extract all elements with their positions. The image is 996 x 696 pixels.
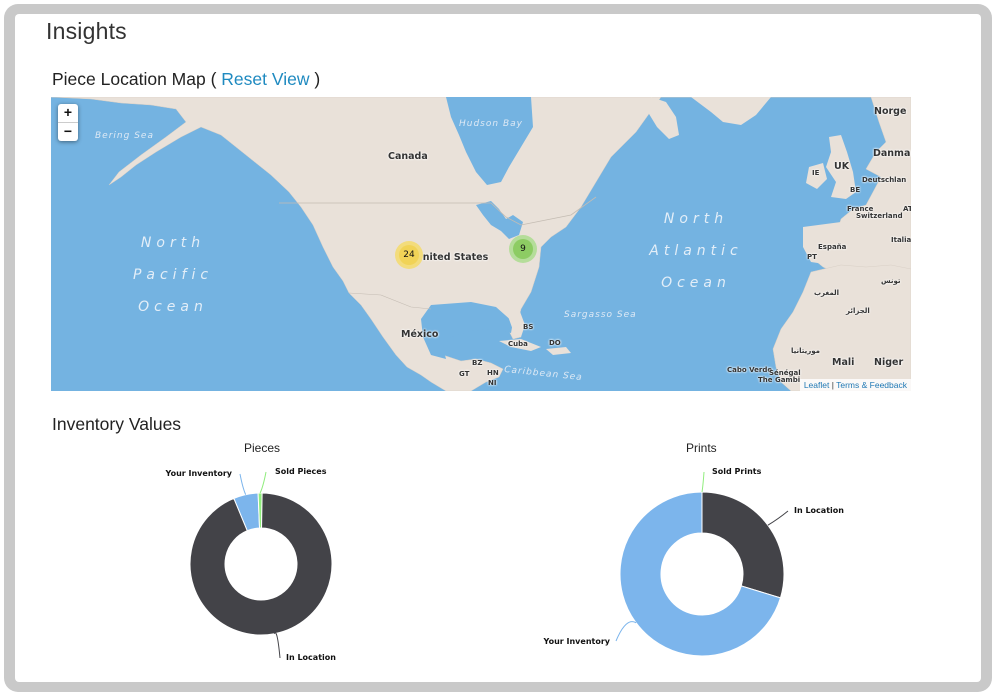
pieces-donut-chart: Your Inventory Sold Pieces In Location [165, 467, 337, 662]
data-label-your-inventory: Your Inventory [165, 469, 233, 478]
data-label-in-location: In Location [794, 506, 844, 515]
data-label-in-location: In Location [286, 653, 336, 662]
connector-in-location [767, 510, 789, 526]
data-label-sold-prints: Sold Prints [712, 467, 762, 476]
connector-your-inventory [239, 473, 247, 495]
connector-sold-prints [701, 471, 705, 493]
connector-your-inventory [615, 621, 637, 642]
connector-sold-pieces [259, 471, 267, 494]
prints-donut-chart: In Location Your Inventory Sold Prints [543, 467, 844, 657]
data-label-sold-pieces: Sold Pieces [275, 467, 327, 476]
data-label-your-inventory: Your Inventory [543, 637, 611, 646]
slice-in-location[interactable] [701, 491, 785, 599]
connector-in-location [273, 632, 281, 659]
inventory-charts: Your Inventory Sold Pieces In Location In … [165, 467, 845, 662]
